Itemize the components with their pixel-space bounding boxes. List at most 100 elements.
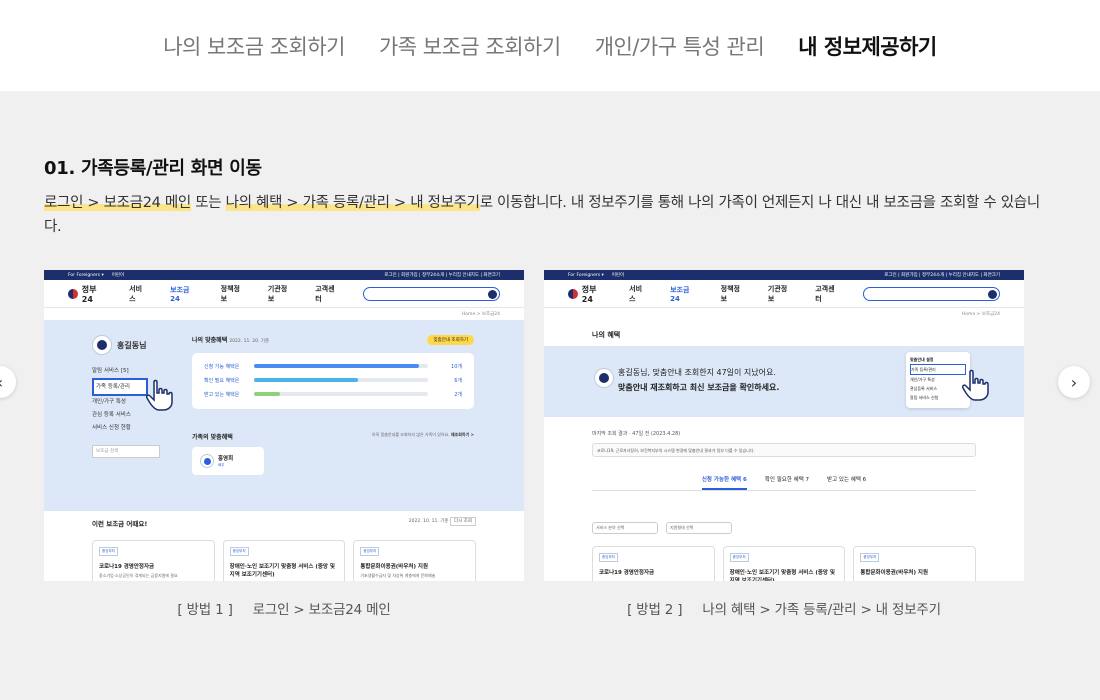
pointer-hand-icon <box>146 379 173 411</box>
card-title: 통합문화이용권(바우처) 지원 <box>360 564 429 570</box>
kids-link: 어린이 <box>611 273 625 278</box>
tab-provide-info[interactable]: 내 정보제공하기 <box>781 31 954 61</box>
my-benefits-date: 2022. 11. 20. 기준 <box>229 339 270 344</box>
last-check-info: 마지막 조회 결과 · 47일 전 (2023.4.28) 코로나19, 근로자… <box>592 430 976 457</box>
taegeuk-icon <box>568 288 578 299</box>
benefit-cards: 중앙부처 코로나19 경영안정자금 중앙부처 장애인·노인 보조기기 맞춤형 서비스… <box>592 546 977 581</box>
gov24-logo: 정부24 <box>568 284 607 304</box>
avatar <box>594 368 614 388</box>
card-tag: 중앙부처 <box>599 553 618 562</box>
tab-receiving: 받고 있는 혜택 6 <box>827 477 867 483</box>
util-links: 로그인 | 회원가입 | 정부24소개 | 누리집 안내지도 | 화면크기 <box>884 273 1000 278</box>
bar-row-check: 확인 필요 혜택은 6개 <box>204 373 462 387</box>
caption-label: [ 방법 2 ] <box>627 602 683 618</box>
section-description: 로그인 > 보조금24 메인 또는 나의 혜택 > 가족 등록/관리 > 내 정… <box>44 191 1054 239</box>
menu-policy: 정책정보 <box>720 284 740 303</box>
bar-row-receiving: 받고 있는 혜택은 2개 <box>204 387 462 401</box>
my-benefits-card: 나의 맞춤혜택 2022. 11. 20. 기준 맞춤안내 조회하기 신청 가능 … <box>192 335 474 430</box>
menu-agency: 기관정보 <box>767 284 788 303</box>
subsidy-card: 중앙부처 장애인·노인 보조기기 맞춤형 서비스 (중앙 및 지역 보조기기센터) <box>722 546 846 581</box>
card-title: 장애인·노인 보조기기 맞춤형 서비스 (중앙 및 지역 보조기기센터) <box>229 564 335 578</box>
bar-count: 2개 <box>454 391 462 398</box>
bar-fill <box>254 392 281 396</box>
menu-subsidy24: 보조금24 <box>670 285 690 303</box>
desc-text-1: 또는 <box>190 195 226 211</box>
card-tag: 중앙부처 <box>229 547 249 556</box>
subsidy-card: 중앙부처장애인·노인 보조기기 맞춤형 서비스 (중앙 및 지역 보조기기센터) <box>222 540 346 581</box>
desc-highlight-1: 로그인 > 보조금24 메인 <box>44 195 191 211</box>
menu-agency: 기관정보 <box>267 284 288 303</box>
family-benefits: 가족의 맞춤혜택 아직 맞춤안내를 조회하지 않은 가족이 있어요. 재조회하기 … <box>192 432 474 475</box>
subsidy-card: 중앙부처 통합문화이용권(바우처) 지원 기초생활수급자 및 차상위 계층에게 문화… <box>353 540 477 581</box>
benefit-bars: 신청 가능 혜택은 10개 확인 필요 혜택은 6개 받고 있는 혜택은 2개 <box>192 353 474 409</box>
menu-customer: 고객센터 <box>315 284 335 303</box>
bar-label: 신청 가능 혜택은 <box>204 363 240 370</box>
recommend-section: 이런 보조금 어때요! 2022. 10. 11. 기준 다시 조회 중앙부처 코로… <box>92 517 477 581</box>
carousel-next-button[interactable]: › <box>1058 366 1090 398</box>
caption-method-1: [ 방법 1 ] 로그인 > 보조금24 메인 <box>44 598 524 618</box>
gov24-logo: 정부24 <box>68 284 107 304</box>
family-relookup-link: 재조회하기 > <box>450 432 474 437</box>
foreigners-link: For Foreigners ▾ <box>568 272 604 278</box>
tab-household-traits[interactable]: 개인/가구 특성 관리 <box>578 31 782 61</box>
global-nav: 정부24 서비스 보조금24 정책정보 기관정보 고객센터 <box>44 280 524 308</box>
avatar <box>92 335 112 355</box>
subsidy24-hero: 홍길동님 알림 서비스 [5] 가족 등록/관리 개인/가구 특성 관심 등록 … <box>44 320 524 511</box>
caption-text: 나의 혜택 > 가족 등록/관리 > 내 정보주기 <box>702 602 941 618</box>
family-member-tag: 배우 <box>218 463 225 467</box>
family-note: 아직 맞춤안내를 조회하지 않은 가족이 있어요. <box>372 432 450 437</box>
card-title: 코로나19 경영안정자금 <box>99 564 155 570</box>
tab-available: 신청 가능한 혜택 6 <box>701 475 747 490</box>
card-title: 통합문화이용권(바우처) 지원 <box>860 570 929 576</box>
screenshot-method-2: For Foreigners ▾ 어린이 로그인 | 회원가입 | 정부24소개… <box>544 270 1024 581</box>
card-sub: 중소기업·소상공인이 겪게되는 금융지원에 필요 <box>99 573 178 578</box>
notice-text: 코로나19, 근로자녀장려, 보건복지부의 시스템 변경에 맞춤안내 결과가 일… <box>597 448 755 453</box>
card-tag: 중앙부처 <box>99 547 118 556</box>
logo-text: 정부24 <box>81 284 97 304</box>
filter-field-select: 서비스 분야 선택 <box>592 522 658 534</box>
caption-label: [ 방법 1 ] <box>177 602 233 618</box>
desc-highlight-2: 나의 혜택 > 가족 등록/관리 > 내 정보주기 <box>225 195 480 211</box>
custom-guide-button: 맞춤안내 조회하기 <box>427 335 474 345</box>
last-check-text: 마지막 조회 결과 · 47일 전 (2023.4.28) <box>592 431 681 437</box>
card-tag: 중앙부처 <box>860 553 880 562</box>
recommend-refresh-button: 다시 조회 <box>450 517 476 526</box>
utility-bar: For Foreigners ▾ 어린이 로그인 | 회원가입 | 정부24소개… <box>544 270 1024 280</box>
search-icon <box>488 289 497 299</box>
mini-search-input <box>362 286 500 301</box>
card-title: 장애인·노인 보조기기 맞춤형 서비스 (중앙 및 지역 보조기기센터) <box>729 570 835 581</box>
card-sub: 기초생활수급자 및 차상위 계층에게 문화예술 <box>360 573 436 578</box>
family-title: 가족의 맞춤혜택 <box>192 434 233 441</box>
side-menu-alarm: 알림 서비스 [5] <box>92 368 129 374</box>
subsidy-card: 중앙부처코로나19 경영안정자금중소기업·소상공인이 겪게되는 금융지원에 필요 <box>92 540 215 581</box>
side-menu-status: 서비스 신청 현황 <box>92 425 131 431</box>
tab-my-subsidy[interactable]: 나의 보조금 조회하기 <box>146 31 362 61</box>
family-member-card: 홍영희 배우 <box>192 447 264 475</box>
pointer-hand-icon <box>962 369 989 401</box>
menu-service: 서비스 <box>129 284 143 303</box>
chevron-left-icon: ‹ <box>0 373 3 392</box>
screenshot-method-1: For Foreigners ▾ 어린이 로그인 | 회원가입 | 정부24소개… <box>44 270 524 581</box>
logo-text: 정부24 <box>581 284 597 304</box>
global-nav: 정부24 서비스 보조금24 정책정보 기관정보 고객센터 <box>544 280 1024 308</box>
tab-check: 확인 필요한 혜택 7 <box>764 477 810 483</box>
search-icon <box>988 289 997 299</box>
bar-fill <box>254 364 420 368</box>
taegeuk-icon <box>68 288 78 299</box>
carousel-prev-button[interactable]: ‹ <box>0 366 16 398</box>
menu-service: 서비스 <box>629 284 643 303</box>
bar-count: 10개 <box>451 363 462 370</box>
card-title: 코로나19 경영안정자금 <box>599 570 655 576</box>
bar-row-available: 신청 가능 혜택은 10개 <box>204 359 462 373</box>
chevron-right-icon: › <box>1070 372 1078 392</box>
hero-message-2: 맞춤안내 재조회하고 최신 보조금을 확인하세요. <box>618 383 780 392</box>
family-member-name: 홍영희 <box>218 456 234 462</box>
menu-policy: 정책정보 <box>220 284 240 303</box>
menu-subsidy24: 보조금24 <box>170 285 190 303</box>
tab-family-subsidy[interactable]: 가족 보조금 조회하기 <box>362 31 578 61</box>
top-tab-nav: 나의 보조금 조회하기 가족 보조금 조회하기 개인/가구 특성 관리 내 정보… <box>0 0 1100 91</box>
user-name: 홍길동님 <box>117 340 147 350</box>
bar-label: 확인 필요 혜택은 <box>204 377 240 384</box>
side-menu-family-highlight: 가족 등록/관리 <box>92 378 148 396</box>
section-heading: 01. 가족등록/관리 화면 이동 <box>44 158 262 179</box>
